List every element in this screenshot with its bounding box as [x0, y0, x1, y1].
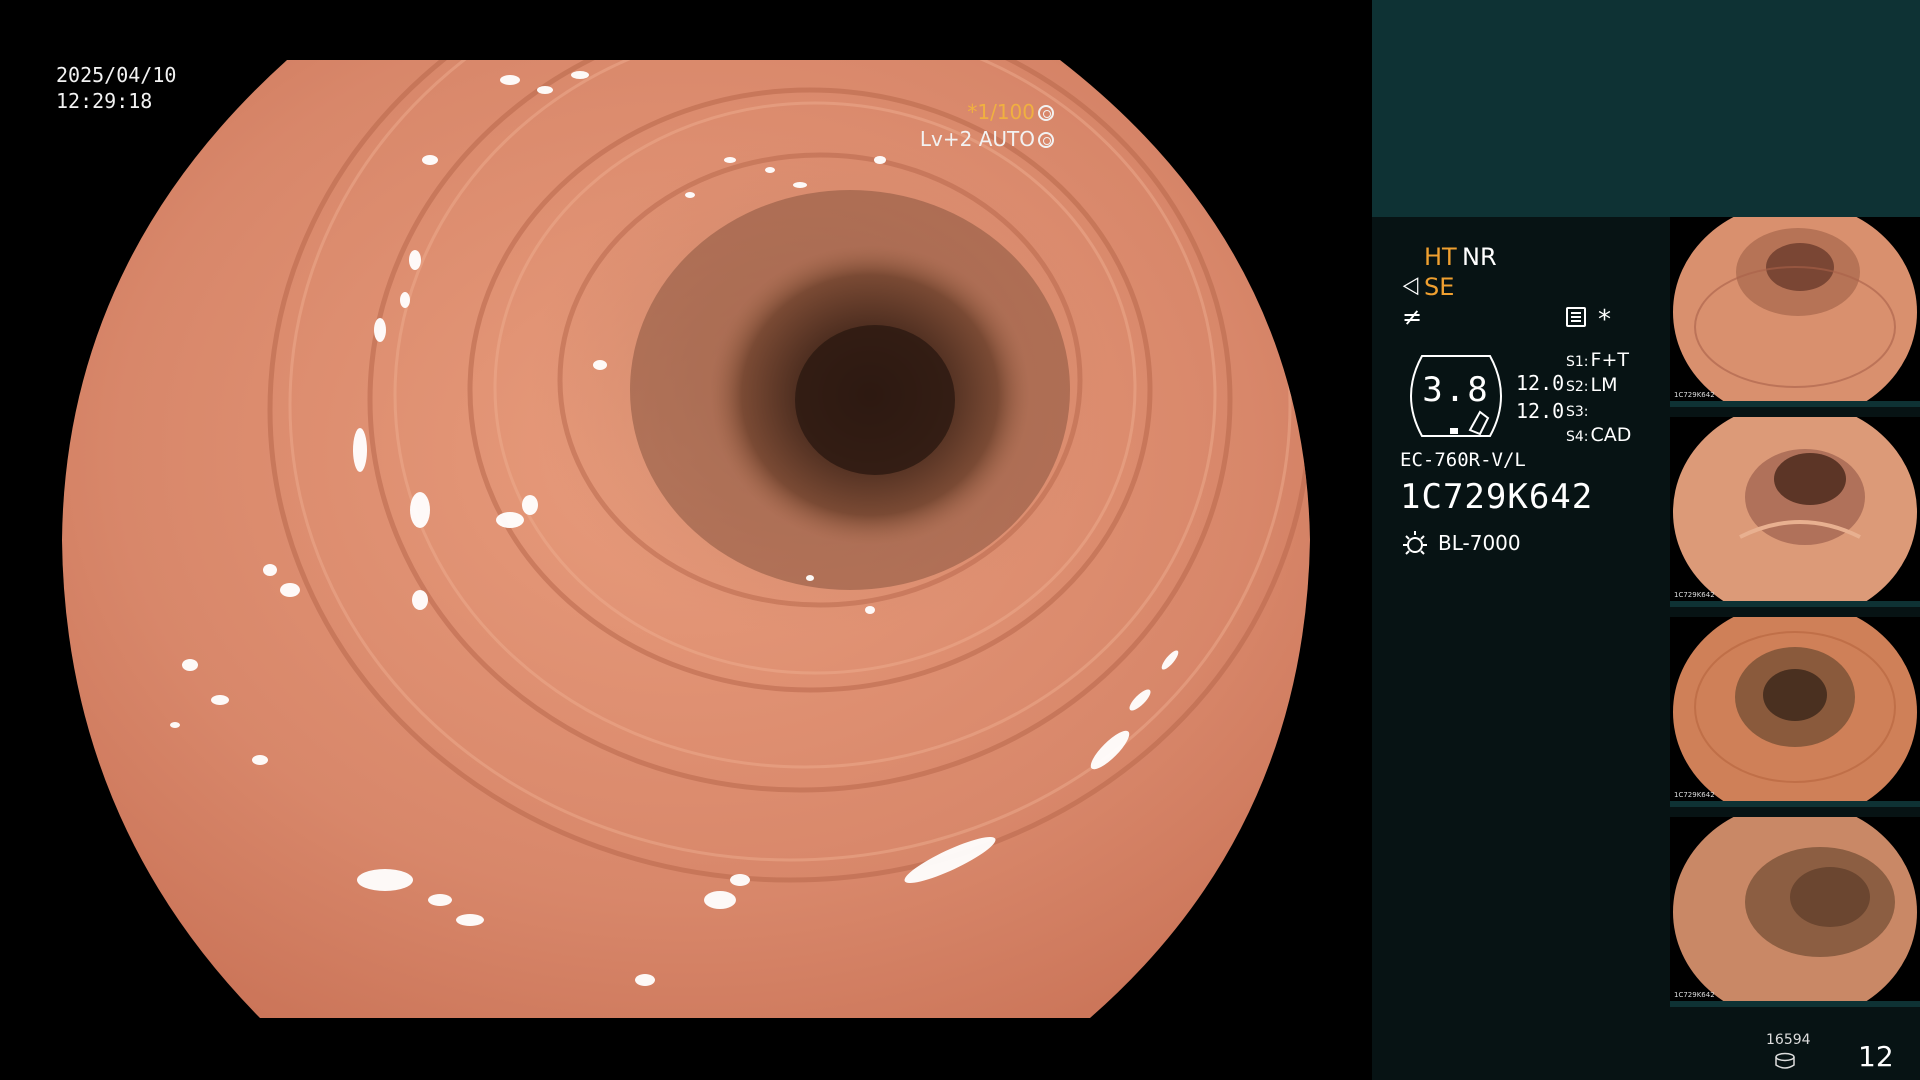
- zoom-value: 3.8: [1422, 370, 1490, 410]
- thumbnail-image: [1673, 617, 1917, 807]
- setting-value-a: 12.0: [1516, 371, 1565, 395]
- switch-value: LM: [1590, 374, 1618, 396]
- scope-serial-number: 1C729K642: [1400, 477, 1594, 517]
- endoscope-main-view: 2025/04/10 12:29:18 *1/100 Lv+2 AUTO: [0, 0, 1372, 1080]
- switch-s4: S4: CAD: [1566, 424, 1631, 446]
- thumbnail-image: [1673, 417, 1917, 607]
- thumbnail-label: 1C729K642: [1674, 791, 1715, 799]
- switch-key: S4:: [1566, 429, 1589, 445]
- brightness-level-display: Lv+2 AUTO: [920, 126, 1054, 152]
- endoscopic-image: [62, 60, 1310, 1018]
- auto-exposure-icon: [1038, 132, 1054, 148]
- switch-key: S1:: [1566, 354, 1589, 370]
- light-source-label: BL-7000: [1438, 531, 1521, 555]
- setting-value-b: 12.0: [1516, 399, 1565, 423]
- captured-thumbnail[interactable]: 1C729K642: [1670, 217, 1920, 407]
- switch-value: F+T: [1590, 349, 1629, 371]
- switch-key: S3:: [1566, 404, 1589, 420]
- page-number: 12: [1858, 1040, 1894, 1073]
- zoom-badge: 3.8: [1400, 352, 1512, 440]
- switch-s1: S1: F+T: [1566, 349, 1629, 371]
- captured-thumbnail[interactable]: 1C729K642: [1670, 817, 1920, 1007]
- shutter-speed-display: *1/100: [967, 99, 1054, 125]
- thumbnail-bar: [1670, 601, 1920, 607]
- captured-images-strip: 1C729K642 1C729K642 1C729K642 1C729K642: [1670, 217, 1920, 1017]
- thumbnail-label: 1C729K642: [1674, 391, 1715, 399]
- scope-model: EC-760R-V/L: [1400, 449, 1526, 471]
- nr-indicator: NR: [1462, 243, 1497, 271]
- switch-s3: S3:: [1566, 399, 1591, 421]
- thumbnail-bar: [1670, 1001, 1920, 1007]
- date-display: 2025/04/10: [56, 63, 177, 87]
- thumbnail-image: [1673, 817, 1917, 1007]
- thumbnail-label: 1C729K642: [1674, 991, 1715, 999]
- time-display: 12:29:18: [56, 89, 153, 113]
- shutter-value: *1/100: [967, 100, 1035, 124]
- ht-indicator: HT: [1424, 243, 1457, 271]
- frame-count: 16594: [1766, 1032, 1811, 1048]
- info-header-area: [1372, 0, 1920, 217]
- light-source-icon: [1403, 531, 1427, 555]
- settings-info-panel: HT NR ⨞ SE ≠ * 3.8 12.0 12.0 S1: F+T S2: L…: [1372, 217, 1670, 1080]
- function-icon: ≠: [1402, 303, 1423, 331]
- thumbnail-bar: [1670, 801, 1920, 807]
- captured-thumbnail[interactable]: 1C729K642: [1670, 617, 1920, 807]
- enhance-icon: ⨞: [1402, 275, 1421, 300]
- shutter-icon: [1038, 105, 1054, 121]
- switch-value: CAD: [1590, 424, 1632, 446]
- storage-icon: [1775, 1052, 1795, 1069]
- star-indicator: *: [1598, 305, 1611, 335]
- thumbnail-bar: [1670, 401, 1920, 407]
- right-panel: HT NR ⨞ SE ≠ * 3.8 12.0 12.0 S1: F+T S2: L…: [1372, 0, 1920, 1080]
- level-value: Lv+2 AUTO: [919, 127, 1035, 151]
- thumbnail-label: 1C729K642: [1674, 591, 1715, 599]
- thumbnail-image: [1673, 217, 1917, 407]
- settings-menu-icon: [1566, 307, 1586, 327]
- captured-thumbnail[interactable]: 1C729K642: [1670, 417, 1920, 607]
- se-indicator: SE: [1424, 273, 1455, 301]
- switch-key: S2:: [1566, 379, 1589, 395]
- switch-s2: S2: LM: [1566, 374, 1618, 396]
